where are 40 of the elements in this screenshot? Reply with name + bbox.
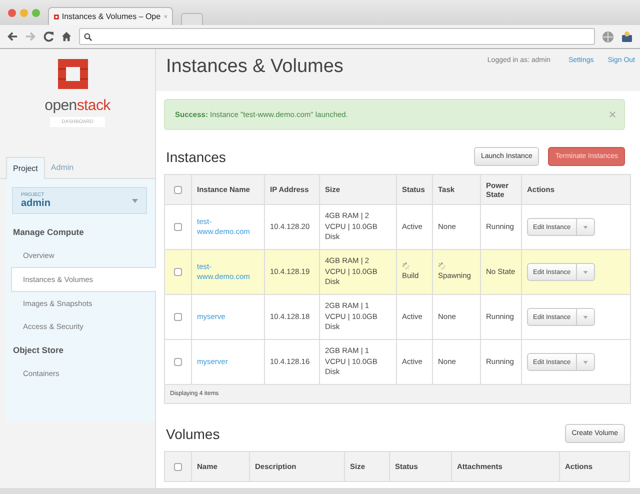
logo-wordmark: openstack (44, 97, 110, 114)
page-title: Instances & Volumes (166, 56, 344, 78)
address-field[interactable] (79, 28, 595, 45)
row-checkbox[interactable] (174, 222, 182, 231)
browser-tab[interactable]: Instances & Volumes – Ope (48, 7, 173, 25)
select-all-checkbox[interactable] (174, 186, 182, 194)
caret-icon (132, 198, 138, 202)
reload-icon[interactable] (43, 31, 54, 42)
dropdown-button[interactable] (576, 218, 595, 236)
section-title: Instances (166, 148, 226, 164)
select-all-checkbox[interactable] (174, 463, 182, 471)
sidebar-tab[interactable]: Admin (44, 157, 80, 178)
close-icon[interactable] (609, 111, 616, 118)
forward-icon[interactable] (25, 31, 36, 42)
sidebar-tab[interactable]: Project (6, 157, 45, 179)
close-tab-icon[interactable] (164, 13, 167, 20)
new-tab-button[interactable] (181, 13, 203, 25)
dropdown-button[interactable] (576, 308, 595, 326)
logo-icon (56, 57, 90, 91)
caret-icon (582, 360, 588, 364)
caret-icon (582, 316, 588, 318)
row-checkbox[interactable] (174, 268, 182, 276)
close-window-icon[interactable] (8, 8, 16, 16)
search-icon (84, 32, 92, 40)
dropdown-button[interactable] (576, 263, 595, 281)
caret-icon (582, 270, 588, 274)
nav-section-heading: Manage Compute (12, 226, 85, 239)
row-checkbox[interactable] (174, 312, 182, 321)
caret-icon (582, 226, 588, 228)
zoom-window-icon[interactable] (32, 8, 40, 16)
nav-section-heading: Object Store (12, 344, 65, 357)
row-checkbox[interactable] (174, 358, 182, 366)
section-title: Volumes (166, 426, 220, 442)
dropdown-button[interactable] (576, 353, 595, 371)
globe-icon[interactable] (602, 30, 614, 42)
favicon-icon (54, 12, 59, 22)
home-icon[interactable] (61, 31, 72, 42)
minimize-window-icon[interactable] (20, 8, 28, 16)
spinner-icon (438, 262, 446, 270)
back-icon[interactable] (7, 31, 18, 42)
